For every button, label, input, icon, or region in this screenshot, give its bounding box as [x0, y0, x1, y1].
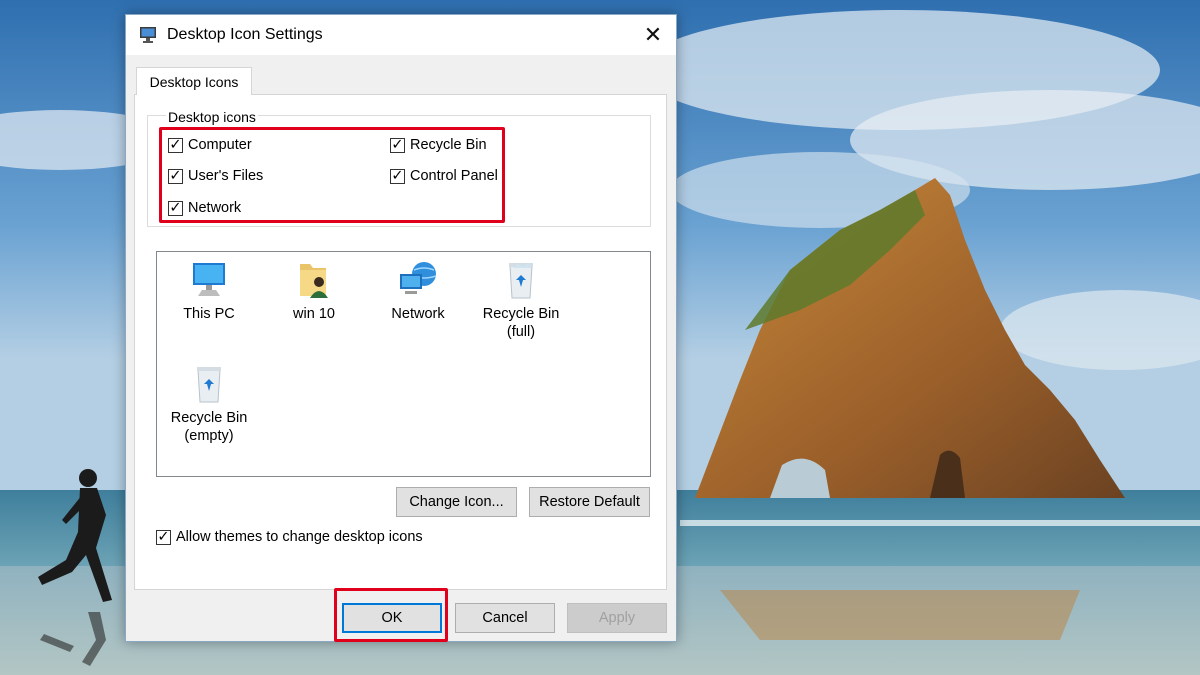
checkbox-users-files[interactable]: ✓ User's Files [168, 168, 263, 184]
icon-label: Network [391, 306, 445, 322]
checkbox-network[interactable]: ✓ Network [168, 200, 241, 216]
icon-item-network[interactable]: Network [363, 260, 473, 323]
tab-desktop-icons[interactable]: Desktop Icons [136, 67, 252, 95]
icon-sublabel: (empty) [184, 428, 234, 444]
checkbox-label: Recycle Bin [410, 137, 487, 153]
ok-button[interactable]: OK [342, 603, 442, 633]
checkbox-check-icon: ✓ [168, 137, 183, 153]
recycle-bin-empty-icon [197, 367, 221, 403]
checkbox-label: User's Files [188, 168, 264, 184]
checkbox-control-panel[interactable]: ✓ Control Panel [390, 168, 498, 184]
dialog-title: Desktop Icon Settings [167, 26, 323, 43]
icon-label: win 10 [293, 306, 335, 322]
apply-button[interactable]: Apply [567, 603, 667, 633]
restore-default-button[interactable]: Restore Default [529, 487, 650, 517]
checkbox-check-icon: ✓ [156, 529, 171, 545]
icon-label: This PC [183, 306, 235, 322]
checkbox-label: Network [188, 200, 242, 216]
network-icon [400, 262, 437, 294]
checkbox-allow-themes[interactable]: ✓ Allow themes to change desktop icons [156, 529, 423, 545]
checkbox-label: Control Panel [410, 168, 498, 184]
checkbox-recycle-bin[interactable]: ✓ Recycle Bin [390, 137, 487, 153]
close-icon: ✕ [643, 22, 663, 47]
checkbox-check-icon: ✓ [390, 137, 405, 153]
desktop-settings-icon [140, 27, 156, 43]
recycle-bin-full-icon [509, 263, 533, 299]
icon-sublabel: (full) [506, 324, 536, 340]
checkbox-computer[interactable]: ✓ Computer [168, 137, 252, 153]
checkbox-check-icon: ✓ [390, 168, 405, 184]
this-pc-icon [193, 263, 225, 296]
user-folder-icon [300, 264, 328, 298]
icon-item-this-pc[interactable]: This PC [154, 260, 264, 323]
title-bar[interactable]: Desktop Icon Settings ✕ [126, 15, 676, 55]
group-title: Desktop icons [166, 109, 258, 125]
cancel-button[interactable]: Cancel [455, 603, 555, 633]
checkbox-check-icon: ✓ [168, 168, 183, 184]
icon-list-view[interactable]: This PC win 10 Network Recycle Bin (full… [156, 251, 651, 477]
close-button[interactable]: ✕ [630, 15, 676, 55]
checkbox-label: Computer [188, 137, 252, 153]
icon-item-recycle-bin-empty[interactable]: Recycle Bin (empty) [154, 364, 264, 445]
checkbox-label: Allow themes to change desktop icons [176, 529, 423, 545]
desktop-icon-settings-dialog: Desktop Icon Settings ✕ Desktop Icons De… [125, 14, 677, 642]
icon-label: Recycle Bin [170, 410, 248, 426]
icon-item-user-folder[interactable]: win 10 [259, 260, 369, 323]
icon-label: Recycle Bin [482, 306, 560, 322]
checkbox-check-icon: ✓ [168, 200, 183, 216]
icon-item-recycle-bin-full[interactable]: Recycle Bin (full) [466, 260, 576, 341]
change-icon-button[interactable]: Change Icon... [396, 487, 517, 517]
